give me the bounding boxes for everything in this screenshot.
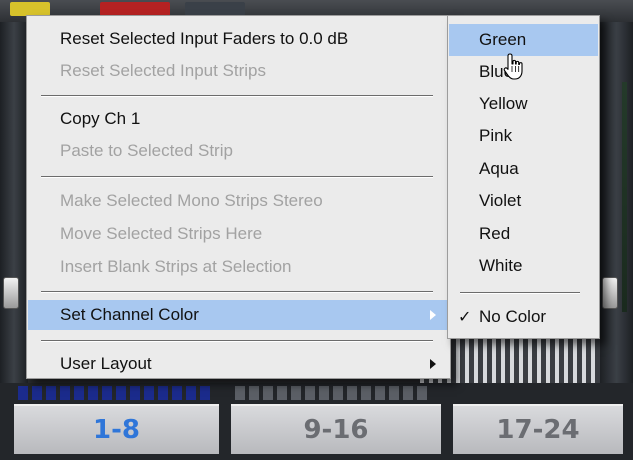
channel-indicator bbox=[10, 2, 50, 16]
menu-item-label: Reset Selected Input Strips bbox=[60, 61, 267, 80]
menu-separator bbox=[41, 176, 433, 178]
menu-item-label: Make Selected Mono Strips Stereo bbox=[60, 191, 323, 210]
color-option-violet[interactable]: Violet bbox=[449, 185, 598, 217]
menu-item-label: Move Selected Strips Here bbox=[60, 224, 263, 243]
bank-indicators bbox=[18, 386, 210, 400]
bank-indicators bbox=[235, 386, 427, 400]
menu-item-move-strips[interactable]: Move Selected Strips Here bbox=[28, 219, 449, 249]
color-option-label: No Color bbox=[479, 307, 547, 326]
level-meter bbox=[622, 82, 627, 312]
menu-item-insert-blank[interactable]: Insert Blank Strips at Selection bbox=[28, 252, 449, 282]
menu-item-label: Copy Ch 1 bbox=[60, 109, 141, 128]
checkmark-icon: ✓ bbox=[458, 307, 472, 326]
menu-item-user-layout[interactable]: User Layout bbox=[28, 349, 449, 379]
color-option-yellow[interactable]: Yellow bbox=[449, 88, 598, 120]
menu-item-label: Insert Blank Strips at Selection bbox=[60, 257, 292, 276]
color-option-label: Violet bbox=[479, 191, 522, 210]
color-option-white[interactable]: White bbox=[449, 250, 598, 282]
color-option-no-color[interactable]: ✓ No Color bbox=[449, 301, 598, 333]
bank-label: 17-24 bbox=[496, 415, 580, 445]
menu-item-paste-strip[interactable]: Paste to Selected Strip bbox=[28, 136, 449, 166]
submenu-arrow-icon bbox=[430, 359, 436, 369]
submenu-arrow-icon bbox=[430, 310, 436, 320]
menu-item-make-stereo[interactable]: Make Selected Mono Strips Stereo bbox=[28, 186, 449, 216]
bank-label: 9-16 bbox=[303, 415, 369, 445]
menu-item-label: Paste to Selected Strip bbox=[60, 141, 233, 160]
left-channel-strip bbox=[0, 22, 28, 392]
menu-item-reset-faders[interactable]: Reset Selected Input Faders to 0.0 dB bbox=[28, 24, 449, 54]
bank-button-9-16[interactable]: 9-16 bbox=[231, 404, 441, 454]
color-option-label: Pink bbox=[479, 126, 513, 145]
color-option-label: Aqua bbox=[479, 159, 519, 178]
fader-knob[interactable] bbox=[602, 277, 618, 309]
color-option-label: Red bbox=[479, 224, 511, 243]
menu-item-copy-ch[interactable]: Copy Ch 1 bbox=[28, 104, 449, 134]
bank-label: 1-8 bbox=[93, 415, 140, 445]
context-menu: Reset Selected Input Faders to 0.0 dB Re… bbox=[26, 15, 451, 379]
right-channel-strip bbox=[600, 22, 633, 392]
menu-item-label: Reset Selected Input Faders to 0.0 dB bbox=[60, 29, 349, 48]
menu-separator bbox=[41, 291, 433, 293]
menu-item-reset-strips[interactable]: Reset Selected Input Strips bbox=[28, 56, 449, 86]
color-option-pink[interactable]: Pink bbox=[449, 120, 598, 152]
color-option-red[interactable]: Red bbox=[449, 218, 598, 250]
color-option-label: White bbox=[479, 256, 523, 275]
menu-item-label: User Layout bbox=[60, 354, 152, 373]
channel-indicator bbox=[185, 2, 245, 16]
color-option-aqua[interactable]: Aqua bbox=[449, 153, 598, 185]
bank-button-1-8[interactable]: 1-8 bbox=[14, 404, 219, 454]
hand-pointer-cursor-icon bbox=[503, 53, 523, 80]
channel-indicator bbox=[100, 2, 170, 16]
color-option-label: Green bbox=[479, 30, 527, 49]
color-option-label: Yellow bbox=[479, 94, 528, 113]
bank-button-17-24[interactable]: 17-24 bbox=[453, 404, 623, 454]
fader-knob[interactable] bbox=[3, 277, 19, 309]
menu-item-set-channel-color[interactable]: Set Channel Color bbox=[28, 300, 449, 330]
submenu-separator bbox=[460, 292, 580, 294]
menu-separator bbox=[41, 95, 433, 97]
menu-item-label: Set Channel Color bbox=[60, 305, 199, 324]
menu-separator bbox=[41, 340, 433, 342]
